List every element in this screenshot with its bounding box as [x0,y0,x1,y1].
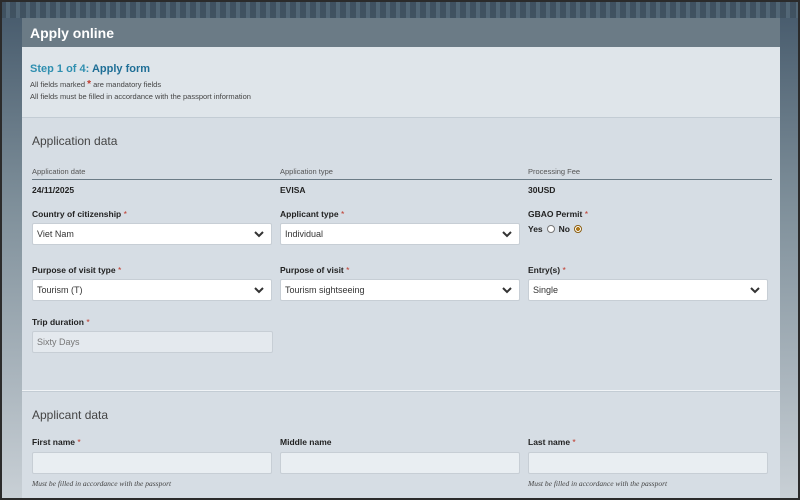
select-value: Viet Nam [37,229,74,239]
gbao-no-label: No [558,224,570,234]
application-date-value: 24/11/2025 [32,185,75,195]
first-name-hint: Must be filled in accordance with the pa… [32,479,172,488]
select-value: Individual [285,229,324,239]
processing-fee-value: 30USD [528,185,556,195]
meta-divider [32,179,772,180]
label-text: Trip duration [32,317,84,327]
trip-duration-label: Trip duration * [32,317,90,327]
purpose-label: Purpose of visit * [280,265,349,275]
note-text: All fields marked [30,80,86,89]
label-text: Last name [528,437,571,447]
label-text: Middle name [280,437,332,447]
application-data-section: Application data Application date Applic… [22,118,780,391]
purpose-type-label: Purpose of visit type * [32,265,121,275]
step-indicator: Step 1 of 4: Apply form [30,63,772,75]
required-star-icon: * [77,437,81,447]
gbao-yes-radio[interactable] [546,225,555,233]
gbao-yes-label: Yes [528,224,543,234]
middle-name-input[interactable] [280,452,520,474]
note-text: are mandatory fields [93,80,162,89]
select-value: Tourism (T) [37,285,83,295]
step-name: Apply form [91,63,151,75]
required-star-icon: * [87,79,92,90]
entries-label: Entry(s) * [528,265,566,275]
required-star-icon: * [86,317,90,327]
label-text: Applicant type [280,209,339,219]
label-text: Purpose of visit type [32,265,116,275]
label-text: First name [32,437,75,447]
application-type-value: EVISA [280,185,306,195]
select-value: Tourism sightseeing [285,285,365,295]
gbao-no-radio[interactable] [574,225,582,233]
chevron-down-icon [254,287,264,294]
last-name-label: Last name * [528,437,576,447]
chevron-down-icon [254,231,264,238]
label-text: Purpose of visit [280,265,344,275]
entries-select[interactable]: Single [528,279,768,301]
applicant-type-select[interactable]: Individual [280,223,520,245]
first-name-label: First name * [32,437,81,447]
trip-duration-input[interactable]: Sixty Days [32,331,273,353]
required-star-icon: * [346,265,350,275]
label-text: Entry(s) [528,265,561,275]
label-text: GBAO Permit [528,209,583,219]
required-star-icon: * [562,265,566,275]
card-header: Apply online [22,18,780,47]
apply-form-card: Apply online Step 1 of 4: Apply form All… [22,18,780,500]
select-value: Single [533,285,559,295]
required-star-icon: * [572,437,576,447]
input-placeholder: Sixty Days [37,337,80,347]
country-select[interactable]: Viet Nam [32,223,272,245]
processing-fee-label: Processing Fee [528,167,581,176]
required-star-icon: * [117,265,122,275]
purpose-select[interactable]: Tourism sightseeing [280,279,520,301]
background-decoration [0,0,800,18]
page-title: Apply online [30,25,114,41]
gbao-permit-radio-group: Yes No [528,224,584,234]
chevron-down-icon [502,231,512,238]
chevron-down-icon [502,287,512,294]
application-date-label: Application date [32,167,86,176]
passport-note: All fields must be filled in accordance … [30,92,251,101]
required-star-icon: * [584,209,589,219]
chevron-down-icon [750,287,760,294]
gbao-permit-label: GBAO Permit * [528,209,588,219]
step-area: Step 1 of 4: Apply form All fields marke… [22,47,780,118]
country-label: Country of citizenship * [32,209,127,219]
middle-name-label: Middle name [280,437,331,447]
last-name-input[interactable] [528,452,768,474]
required-star-icon: * [123,209,127,219]
step-prefix: Step 1 of 4: [30,63,90,75]
required-star-icon: * [340,209,345,219]
section-title: Application data [32,134,118,148]
last-name-hint: Must be filled in accordance with the pa… [528,479,668,488]
applicant-type-label: Applicant type * [280,209,344,219]
label-text: Country of citizenship [32,209,122,219]
first-name-input[interactable] [32,452,272,474]
section-title: Applicant data [32,408,109,422]
application-type-label: Application type [280,167,333,176]
mandatory-note: All fields marked * are mandatory fields… [30,79,772,103]
purpose-type-select[interactable]: Tourism (T) [32,279,272,301]
applicant-data-section: Applicant data First name * Must be fill… [22,391,780,500]
